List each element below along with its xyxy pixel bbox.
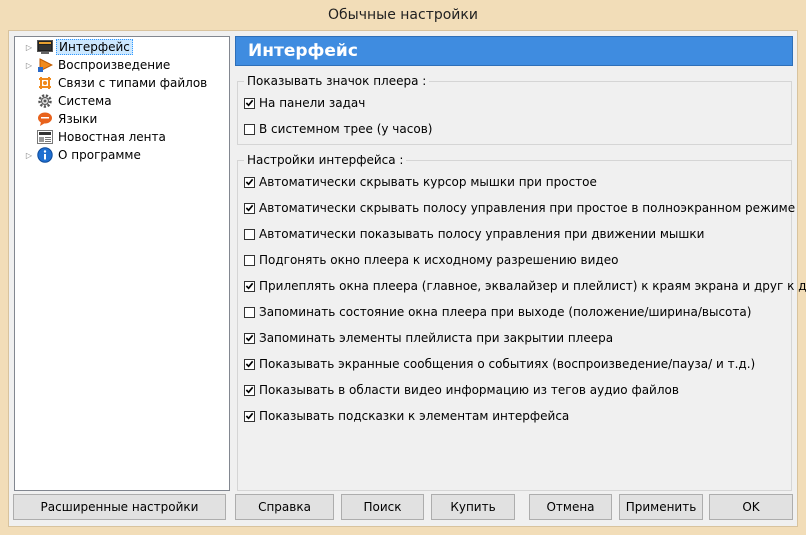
option-remember-playlist[interactable]: Запоминать элементы плейлиста при закрыт… [244, 331, 613, 345]
tree-item-languages[interactable]: Языки [15, 110, 99, 128]
option-hide-cursor[interactable]: Автоматически скрывать курсор мышки при … [244, 175, 597, 189]
tree-item-label: Связи с типами файлов [58, 76, 208, 90]
cancel-button[interactable]: Отмена [529, 494, 612, 520]
option-label: Показывать подсказки к элементам интерфе… [259, 409, 570, 423]
group-title: Настройки интерфейса : [244, 153, 407, 167]
tree-item-label: О программе [58, 148, 141, 162]
tree-item-label: Интерфейс [56, 39, 133, 55]
tree-item-label: Воспроизведение [58, 58, 171, 72]
page-title: Интерфейс [235, 36, 793, 66]
settings-panel: Интерфейс Показывать значок плеера : На … [235, 36, 806, 491]
option-snap-windows[interactable]: Прилеплять окна плеера (главное, эквалай… [244, 279, 806, 293]
play-icon [36, 57, 53, 73]
option-hide-control-bar[interactable]: Автоматически скрывать полосу управления… [244, 201, 795, 215]
checkbox[interactable] [244, 332, 255, 344]
settings-tree[interactable]: ▷ Интерфейс ▷ Воспроизведение Связи с ти… [14, 36, 230, 491]
option-label: Запоминать состояние окна плеера при вых… [259, 305, 752, 319]
tree-item-about[interactable]: ▷ О программе [15, 146, 143, 164]
file-association-icon [36, 75, 53, 91]
ok-button[interactable]: OK [709, 494, 793, 520]
tree-item-news-feed[interactable]: Новостная лента [15, 128, 168, 146]
advanced-settings-button[interactable]: Расширенные настройки [13, 494, 226, 520]
option-show-control-bar-on-mouse[interactable]: Автоматически показывать полосу управлен… [244, 227, 704, 241]
option-label: Запоминать элементы плейлиста при закрыт… [259, 331, 614, 345]
option-osd-messages[interactable]: Показывать экранные сообщения о событиях… [244, 357, 755, 371]
checkbox[interactable] [244, 410, 255, 422]
tree-item-file-associations[interactable]: Связи с типами файлов [15, 74, 209, 92]
option-fit-window-to-video[interactable]: Подгонять окно плеера к исходному разреш… [244, 253, 618, 267]
option-label: Подгонять окно плеера к исходному разреш… [259, 253, 619, 267]
settings-window: Обычные настройки ▷ Интерфейс ▷ Воспроиз… [0, 0, 806, 535]
tree-item-label: Языки [58, 112, 98, 126]
buy-button[interactable]: Купить [431, 494, 515, 520]
expand-arrow-icon[interactable]: ▷ [24, 61, 34, 70]
apply-button[interactable]: Применить [619, 494, 703, 520]
tree-item-label: Система [58, 94, 112, 108]
option-label: В системном трее (у часов) [259, 122, 433, 136]
tree-item-system[interactable]: Система [15, 92, 114, 110]
dialog-client-area: ▷ Интерфейс ▷ Воспроизведение Связи с ти… [8, 30, 806, 527]
checkbox[interactable] [244, 280, 255, 292]
checkbox[interactable] [244, 97, 255, 109]
checkbox[interactable] [244, 123, 255, 135]
checkbox[interactable] [244, 202, 255, 214]
option-label: На панели задач [259, 96, 366, 110]
checkbox[interactable] [244, 228, 255, 240]
option-label: Показывать экранные сообщения о событиях… [259, 357, 756, 371]
expand-arrow-icon[interactable]: ▷ [24, 43, 34, 52]
option-label: Автоматически скрывать полосу управления… [259, 201, 796, 215]
window-title: Обычные настройки [0, 0, 806, 30]
checkbox[interactable] [244, 254, 255, 266]
news-icon [36, 129, 53, 145]
gear-icon [36, 93, 53, 109]
option-label: Прилеплять окна плеера (главное, эквалай… [259, 279, 806, 293]
option-remember-window-state[interactable]: Запоминать состояние окна плеера при вых… [244, 305, 751, 319]
help-button[interactable]: Справка [235, 494, 334, 520]
option-label: Автоматически показывать полосу управлен… [259, 227, 705, 241]
search-button[interactable]: Поиск [341, 494, 424, 520]
option-label: Автоматически скрывать курсор мышки при … [259, 175, 597, 189]
option-audio-tag-info[interactable]: Показывать в области видео информацию из… [244, 383, 679, 397]
player-icon-group: Показывать значок плеера : На панели зад… [237, 74, 792, 145]
checkbox[interactable] [244, 358, 255, 370]
interface-settings-group: Настройки интерфейса : Автоматически скр… [237, 153, 806, 491]
option-system-tray[interactable]: В системном трее (у часов) [244, 122, 432, 136]
option-tooltips[interactable]: Показывать подсказки к элементам интерфе… [244, 409, 569, 423]
tree-item-label: Новостная лента [58, 130, 166, 144]
info-icon [36, 147, 53, 163]
group-title: Показывать значок плеера : [244, 74, 430, 88]
option-taskbar[interactable]: На панели задач [244, 96, 365, 110]
option-label: Показывать в области видео информацию из… [259, 383, 679, 397]
tree-item-interface[interactable]: ▷ Интерфейс [15, 38, 133, 56]
tree-item-playback[interactable]: ▷ Воспроизведение [15, 56, 172, 74]
language-icon [36, 111, 53, 127]
expand-arrow-icon[interactable]: ▷ [24, 151, 34, 160]
checkbox[interactable] [244, 306, 255, 318]
checkbox[interactable] [244, 176, 255, 188]
checkbox[interactable] [244, 384, 255, 396]
monitor-icon [36, 39, 53, 55]
